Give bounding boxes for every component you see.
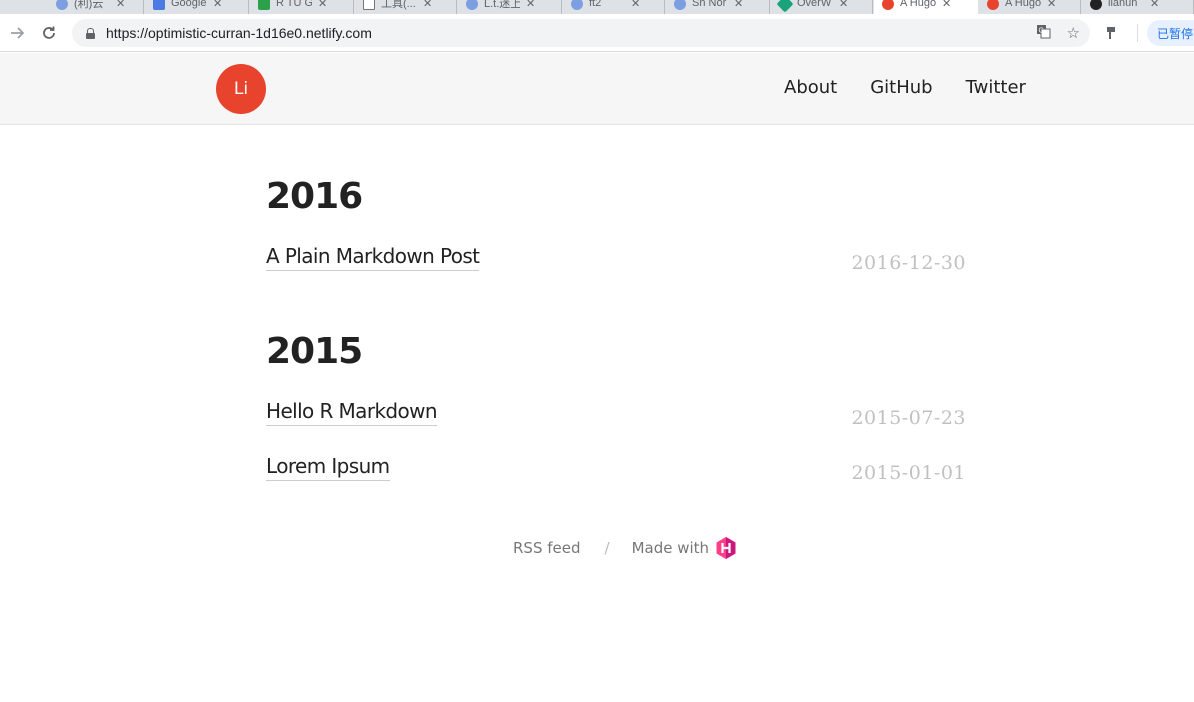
post-list-item: Hello R Markdown 2015-07-23 bbox=[266, 399, 966, 431]
tab-title: A Hugo bbox=[900, 0, 936, 9]
close-tab-icon[interactable]: ✕ bbox=[423, 0, 432, 10]
close-tab-icon[interactable]: ✕ bbox=[318, 0, 327, 10]
browser-tab[interactable]: 工具(... ✕ bbox=[355, 0, 457, 14]
close-tab-icon[interactable]: ✕ bbox=[116, 0, 125, 10]
post-title-link[interactable]: Lorem Ipsum bbox=[266, 454, 390, 481]
footer-separator: / bbox=[604, 539, 610, 557]
tab-favicon-icon bbox=[674, 0, 686, 10]
address-bar[interactable]: https://optimistic-curran-1d16e0.netlify… bbox=[72, 19, 1090, 47]
close-tab-icon[interactable]: ✕ bbox=[839, 0, 848, 10]
close-tab-icon[interactable]: ✕ bbox=[213, 0, 222, 10]
browser-tab-strip: (利)云 ✕ Google ✕ R TU G ✕ 工具(... ✕ L.t.迷上… bbox=[0, 0, 1194, 14]
post-title-link[interactable]: Hello R Markdown bbox=[266, 399, 438, 426]
post-title-link[interactable]: A Plain Markdown Post bbox=[266, 244, 480, 271]
tab-title: ft2 bbox=[589, 0, 602, 9]
tab-title: OverW bbox=[797, 0, 832, 9]
tab-favicon-icon bbox=[363, 0, 375, 10]
post-list-item: A Plain Markdown Post 2016-12-30 bbox=[266, 244, 966, 276]
tab-favicon-icon bbox=[987, 0, 999, 10]
tab-favicon-icon bbox=[153, 0, 165, 10]
lock-icon[interactable] bbox=[86, 27, 95, 39]
post-date: 2015-07-23 bbox=[851, 407, 966, 429]
tab-favicon-icon bbox=[882, 0, 894, 10]
site-logo[interactable]: Li bbox=[216, 64, 266, 114]
post-date: 2015-01-01 bbox=[851, 462, 966, 484]
nav-about-link[interactable]: About bbox=[784, 77, 837, 98]
browser-tab[interactable]: R TU G ✕ bbox=[250, 0, 354, 14]
browser-tab[interactable]: (利)云 ✕ bbox=[48, 0, 144, 14]
nav-twitter-link[interactable]: Twitter bbox=[966, 77, 1026, 98]
made-with-text: Made with bbox=[631, 539, 710, 557]
browser-tab[interactable]: L.t.迷上 ✕ bbox=[458, 0, 562, 14]
browser-tab[interactable]: lianun ✕ bbox=[1082, 0, 1194, 14]
site-footer: RSS feed / Made with bbox=[513, 536, 737, 560]
tab-title: A Hugo bbox=[1005, 0, 1041, 9]
browser-toolbar: https://optimistic-curran-1d16e0.netlify… bbox=[0, 14, 1194, 52]
url-text[interactable]: https://optimistic-curran-1d16e0.netlify… bbox=[106, 25, 372, 41]
tab-title: (利)云 bbox=[74, 0, 104, 10]
tab-favicon-icon bbox=[1090, 0, 1102, 10]
site-nav: About GitHub Twitter bbox=[784, 77, 1026, 98]
reload-icon[interactable] bbox=[33, 17, 65, 49]
tab-title: Google bbox=[171, 0, 207, 9]
browser-tab[interactable]: ft2 ✕ bbox=[563, 0, 665, 14]
post-date: 2016-12-30 bbox=[851, 252, 966, 274]
tab-favicon-icon bbox=[258, 0, 270, 10]
bookmark-star-icon[interactable]: ☆ bbox=[1067, 24, 1080, 42]
tab-title: 工具(... bbox=[381, 0, 416, 10]
tab-title: Sh Nor bbox=[692, 0, 727, 9]
forward-arrow-icon[interactable] bbox=[1, 17, 33, 49]
translate-icon[interactable]: G bbox=[1036, 24, 1051, 43]
nav-github-link[interactable]: GitHub bbox=[870, 77, 932, 98]
tab-favicon-icon bbox=[56, 0, 68, 10]
tab-favicon-icon bbox=[466, 0, 478, 10]
close-tab-icon[interactable]: ✕ bbox=[734, 0, 743, 10]
archive-year-heading: 2015 bbox=[266, 331, 363, 372]
close-tab-icon[interactable]: ✕ bbox=[942, 0, 951, 10]
browser-tab[interactable]: A Hugo ✕ bbox=[979, 0, 1081, 14]
archive-year-heading: 2016 bbox=[266, 176, 363, 217]
profile-paused-button[interactable]: 已暂停 bbox=[1147, 20, 1194, 46]
tab-favicon-icon bbox=[776, 0, 794, 13]
svg-text:G: G bbox=[1038, 27, 1043, 34]
close-tab-icon[interactable]: ✕ bbox=[526, 0, 535, 10]
tab-title: L.t.迷上 bbox=[484, 0, 520, 10]
tab-title: R TU G bbox=[276, 0, 312, 9]
browser-tab[interactable]: OverW ✕ bbox=[771, 0, 873, 14]
toolbar-divider bbox=[1137, 24, 1138, 42]
browser-tab[interactable]: Google ✕ bbox=[145, 0, 249, 14]
extension-icon[interactable] bbox=[1103, 24, 1121, 42]
close-tab-icon[interactable]: ✕ bbox=[1047, 0, 1056, 10]
hugo-logo-icon[interactable] bbox=[715, 536, 737, 560]
browser-tab-active[interactable]: A Hugo ✕ bbox=[874, 0, 978, 14]
tab-title: lianun bbox=[1108, 0, 1138, 9]
post-list-item: Lorem Ipsum 2015-01-01 bbox=[266, 454, 966, 486]
site-header: Li About GitHub Twitter bbox=[0, 53, 1194, 125]
close-tab-icon[interactable]: ✕ bbox=[631, 0, 640, 10]
tab-favicon-icon bbox=[571, 0, 583, 10]
close-tab-icon[interactable]: ✕ bbox=[1150, 0, 1159, 10]
browser-tab[interactable]: Sh Nor ✕ bbox=[666, 0, 770, 14]
rss-feed-link[interactable]: RSS feed bbox=[513, 539, 581, 557]
